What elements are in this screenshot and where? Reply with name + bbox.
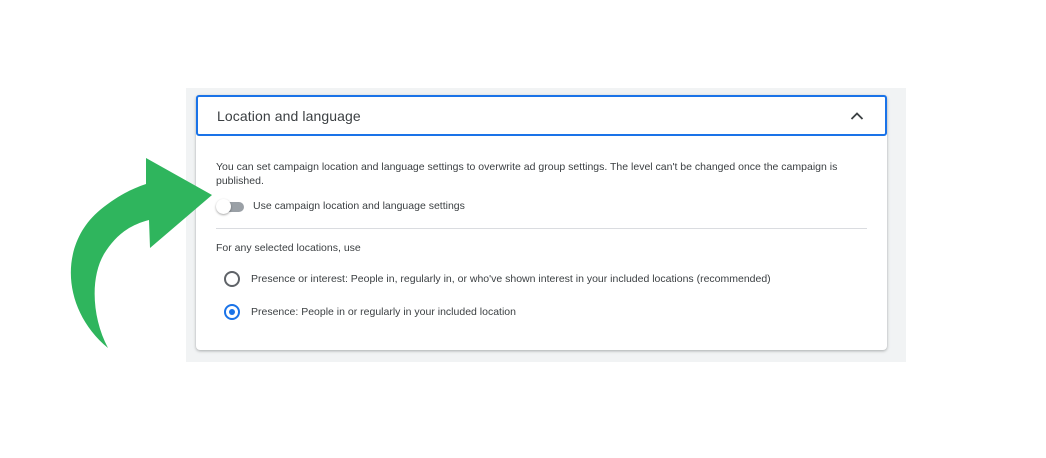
location-language-panel: Location and language You can set campai… (196, 95, 887, 350)
radio-label: Presence or interest: People in, regular… (251, 273, 771, 285)
panel-description: You can set campaign location and langua… (216, 161, 838, 187)
radio-label: Presence: People in or regularly in your… (251, 306, 516, 318)
toggle-label: Use campaign location and language setti… (253, 200, 465, 212)
radio-option-presence-or-interest[interactable]: Presence or interest: People in, regular… (224, 271, 771, 287)
divider (216, 228, 867, 229)
panel-title: Location and language (217, 108, 361, 124)
curved-arrow-icon (70, 158, 213, 348)
panel-header[interactable]: Location and language (196, 95, 887, 136)
radio-option-presence[interactable]: Presence: People in or regularly in your… (224, 304, 516, 320)
campaign-settings-toggle-row[interactable]: Use campaign location and language setti… (216, 198, 465, 214)
chevron-up-icon[interactable] (849, 108, 865, 124)
